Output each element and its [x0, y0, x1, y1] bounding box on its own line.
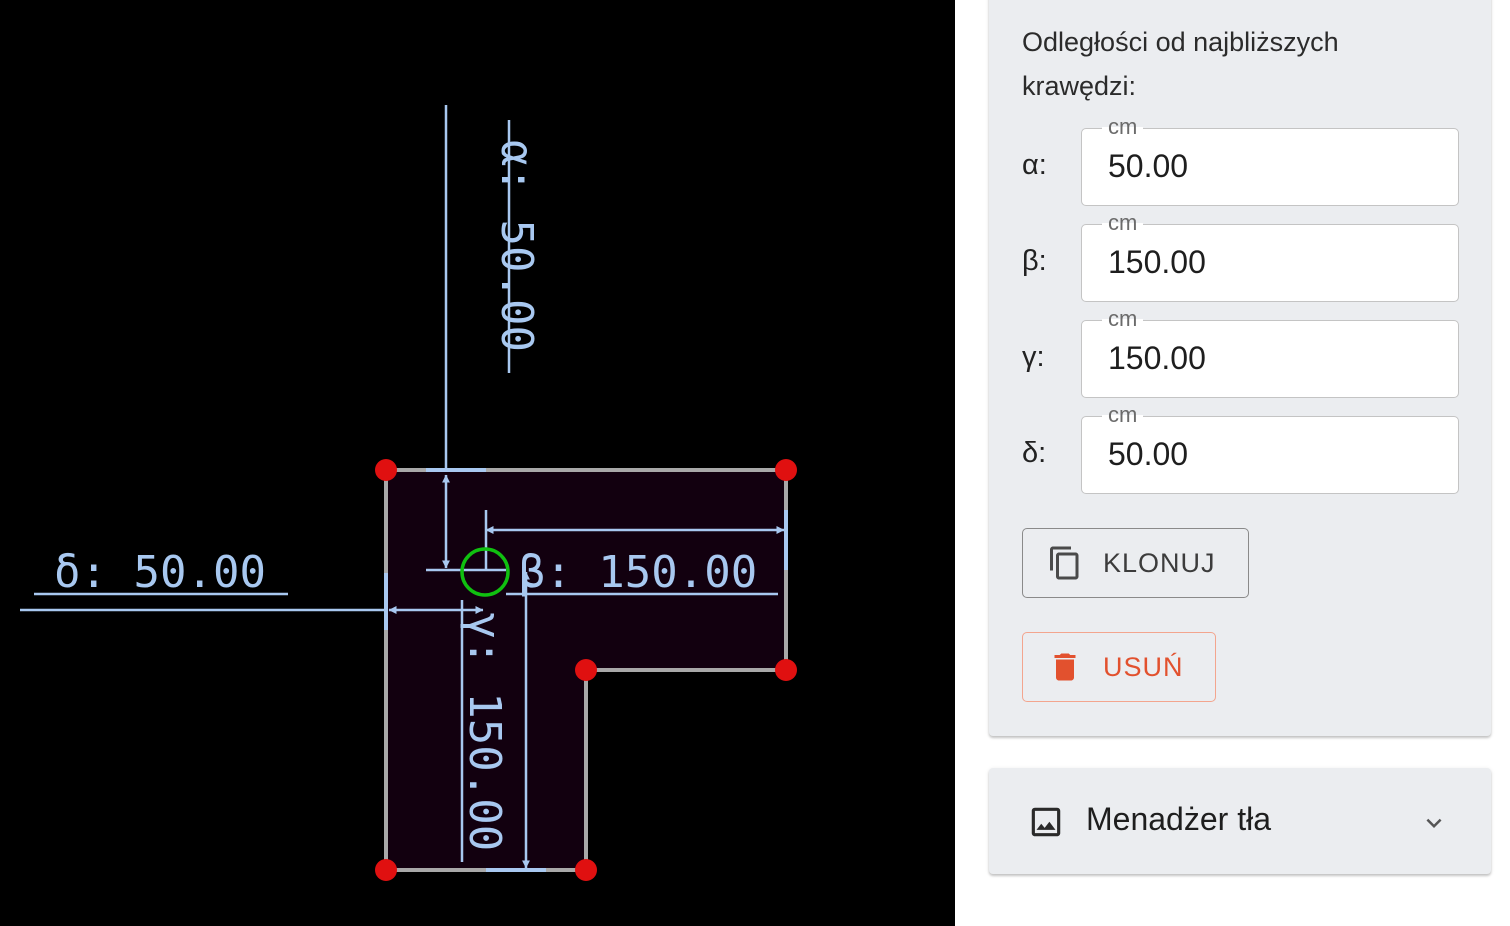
copy-icon	[1050, 546, 1079, 580]
gamma-row: γ: cm	[989, 306, 1491, 400]
background-manager-panel[interactable]: Menadżer tła	[989, 768, 1491, 874]
gamma-field-label: γ:	[1022, 341, 1045, 373]
side-panel: Odległości od najbliższych krawędzi: α: …	[955, 0, 1510, 926]
vertex-handle	[775, 459, 797, 481]
beta-row: β: cm	[989, 210, 1491, 304]
beta-field-label: β:	[1022, 245, 1047, 277]
vertex-handle	[575, 859, 597, 881]
image-icon	[1031, 807, 1061, 837]
alpha-label: α: 50.00	[491, 140, 542, 352]
gamma-input[interactable]	[1108, 339, 1428, 377]
alpha-row: α: cm	[989, 114, 1491, 208]
alpha-unit: cm	[1102, 114, 1144, 140]
beta-label: β: 150.00	[519, 547, 757, 598]
beta-unit: cm	[1102, 210, 1144, 236]
gamma-unit: cm	[1102, 306, 1144, 332]
vertex-handle	[375, 459, 397, 481]
clone-button-label: KLONUJ	[1103, 547, 1216, 578]
alpha-input[interactable]	[1108, 147, 1428, 185]
vertex-handle	[375, 859, 397, 881]
vertex-handle	[775, 659, 797, 681]
trash-icon	[1054, 653, 1076, 681]
drawing-canvas[interactable]: α: 50.00 δ: 50.00 β: 150.00 γ: 150.00	[0, 0, 955, 926]
canvas-drawing: α: 50.00 δ: 50.00 β: 150.00 γ: 150.00	[20, 105, 797, 881]
delta-label: δ: 50.00	[54, 547, 266, 598]
gamma-label: γ: 150.00	[459, 613, 510, 851]
delta-unit: cm	[1102, 402, 1144, 428]
delta-input[interactable]	[1108, 435, 1428, 473]
delta-field-label: δ:	[1022, 437, 1047, 469]
properties-card: Odległości od najbliższych krawędzi: α: …	[989, 0, 1491, 736]
beta-input[interactable]	[1108, 243, 1428, 281]
alpha-field[interactable]: cm	[1081, 114, 1459, 206]
delta-row: δ: cm	[989, 402, 1491, 496]
chevron-down-icon[interactable]	[1419, 808, 1449, 838]
gamma-field[interactable]: cm	[1081, 306, 1459, 398]
background-manager-title: Menadżer tła	[1086, 801, 1271, 837]
clone-button[interactable]: KLONUJ	[1022, 528, 1249, 598]
beta-field[interactable]: cm	[1081, 210, 1459, 302]
alpha-field-label: α:	[1022, 149, 1047, 181]
delta-field[interactable]: cm	[1081, 402, 1459, 494]
delete-button[interactable]: USUŃ	[1022, 632, 1216, 702]
vertex-handle	[575, 659, 597, 681]
distances-label: Odległości od najbliższych krawędzi:	[1022, 27, 1339, 101]
delete-button-label: USUŃ	[1103, 651, 1184, 682]
